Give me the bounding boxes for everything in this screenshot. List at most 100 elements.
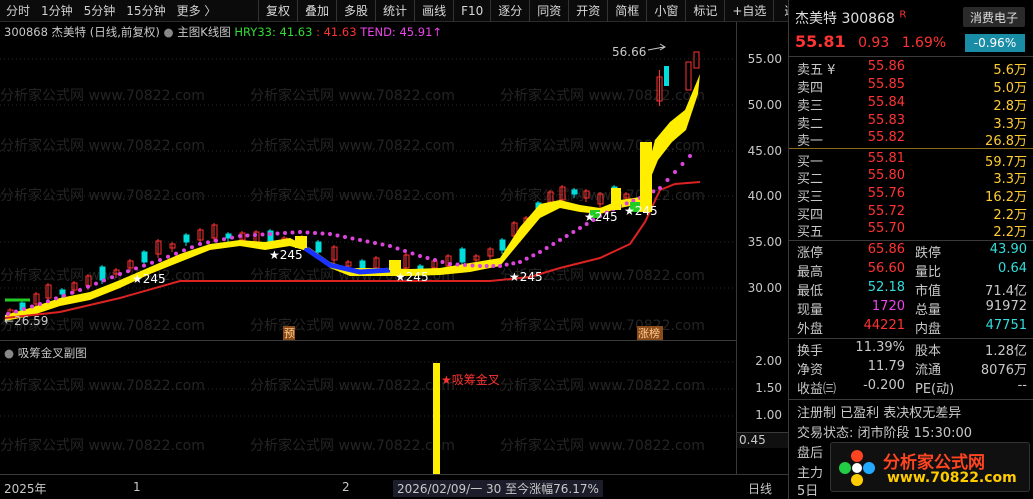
yu-label: 预: [284, 327, 295, 340]
f10-button[interactable]: F10: [453, 0, 490, 22]
overlay-button[interactable]: 叠加: [297, 0, 336, 22]
dot-point: [190, 245, 194, 250]
period-tab-1min[interactable]: 1分钟: [41, 2, 73, 19]
zhangbang-label: 涨榜: [638, 326, 660, 340]
order-volume: 16.2万: [985, 190, 1027, 205]
dot-point: [305, 230, 310, 235]
draw-line-button[interactable]: 画线: [414, 0, 453, 22]
signal-star-label: ★245: [269, 248, 303, 262]
dot-point: [134, 266, 138, 271]
time-axis: 2025年 1 2 2026/02/09/一 30 至今涨幅76.17% 日线: [0, 474, 788, 499]
dot-point: [150, 260, 154, 265]
stock-name: 杰美特: [795, 11, 837, 27]
per-minute-button[interactable]: 逐分: [490, 0, 529, 22]
same-capital-button[interactable]: 同资: [529, 0, 568, 22]
dot-point: [470, 263, 475, 268]
dot-point: [110, 275, 114, 280]
stock-code: 300868: [841, 11, 895, 27]
dot-point: [403, 249, 407, 253]
stat-value: 1720: [871, 299, 905, 314]
price-change-pct: 1.69%: [901, 35, 947, 51]
candle-body: [141, 251, 148, 263]
dot-point: [78, 288, 82, 292]
period-tab-15min[interactable]: 15分钟: [126, 2, 165, 19]
fuquan-button[interactable]: 复权: [258, 0, 297, 22]
dot-point: [238, 234, 242, 238]
order-row-buy: 买四 55.72 2.2万: [789, 204, 1029, 223]
order-volume: 26.8万: [985, 134, 1027, 149]
stat-label: 外盘: [797, 322, 824, 337]
signal-star-label: ★245: [624, 204, 658, 218]
dot-point: [206, 240, 210, 245]
logo-flower-icon: [839, 450, 875, 486]
statistics-button[interactable]: 统计: [375, 0, 414, 22]
order-row-buy: 买三 55.76 16.2万: [789, 186, 1029, 205]
dot-point: [298, 230, 302, 234]
dot-point: [86, 284, 90, 289]
five-day-label: 5日: [797, 484, 819, 499]
candle-body: [183, 234, 190, 243]
order-price: 55.70: [867, 221, 905, 236]
order-row-buy: 买五 55.70 2.2万: [789, 221, 1029, 240]
multi-stock-button[interactable]: 多股: [336, 0, 375, 22]
dot-point: [222, 237, 226, 242]
dot-point: [463, 263, 467, 267]
panel-divider: [789, 56, 1033, 57]
dot-point: [498, 264, 502, 268]
dot-point: [511, 261, 516, 266]
small-window-button[interactable]: 小窗: [646, 0, 685, 22]
dot-point: [358, 238, 362, 242]
kline-chart[interactable]: 56.66 ★245 ★245 ★245 ★245 ★245 ★245 ←26.…: [0, 22, 736, 340]
signal-label: ★吸筹金叉: [441, 372, 500, 387]
candle-body: [359, 260, 366, 269]
period-tab-more[interactable]: 更多 〉: [177, 2, 217, 19]
stat-label: 净资: [797, 363, 824, 378]
sub-tick: 1.50: [755, 381, 782, 395]
toolbar-buttons: 复权 叠加 多股 统计 画线 F10 逐分 同资 开资 简框 小窗 标记 +自选…: [258, 0, 818, 22]
stat-label: 流通: [915, 363, 942, 378]
candle-body: [59, 289, 66, 295]
order-volume: 5.6万: [993, 63, 1027, 78]
dot-point: [320, 231, 325, 236]
signal-star-label: ★245: [395, 270, 429, 284]
dot-point: [198, 242, 202, 246]
stat-row: 换手 11.39% 股本 1.28亿: [789, 340, 1029, 359]
stat-value: 52.18: [867, 280, 905, 295]
dot-point: [433, 258, 437, 262]
range-readout: 2026/02/09/一 30 至今涨幅76.17%: [393, 480, 603, 497]
dot-point: [22, 307, 26, 311]
order-price: 55.81: [867, 151, 905, 166]
stat-row: 最低 52.18 市值 71.4亿: [789, 280, 1029, 299]
year-label: 2025年: [4, 482, 47, 496]
dot-point: [253, 233, 257, 237]
open-capital-button[interactable]: 开资: [568, 0, 607, 22]
order-volume: 3.3万: [993, 172, 1027, 187]
dot-point: [46, 299, 50, 304]
dot-point: [531, 253, 536, 258]
high-label: 56.66: [612, 45, 646, 59]
candles: [7, 185, 630, 318]
price-line: 55.81 0.93 1.69%: [795, 32, 946, 51]
order-volume: 5.0万: [993, 81, 1027, 96]
industry-change-pct: -0.96%: [965, 34, 1025, 52]
price-tick: 45.00: [747, 144, 782, 158]
order-label: 卖五 ¥: [797, 63, 836, 78]
signal-star-label: ★245: [584, 210, 618, 224]
sub-chart[interactable]: ★吸筹金叉: [0, 341, 736, 474]
dot-point: [102, 278, 106, 283]
hry-line: [4, 181, 701, 319]
add-watchlist-button[interactable]: +自选: [724, 0, 773, 22]
simple-frame-button[interactable]: 简框: [607, 0, 646, 22]
price-tick: 40.00: [747, 189, 782, 203]
order-row-buy: 买一 55.81 59.7万: [789, 151, 1029, 170]
industry-button[interactable]: 消费电子: [963, 7, 1025, 27]
stat-row: 涨停 65.86 跌停 43.90: [789, 242, 1029, 261]
stat-label: 内盘: [915, 322, 942, 337]
order-price: 55.76: [867, 186, 905, 201]
dot-point: [275, 231, 280, 236]
mark-button[interactable]: 标记: [685, 0, 724, 22]
tend-band: [5, 74, 700, 321]
period-tab-fenshi[interactable]: 分时: [6, 2, 30, 19]
period-tab-5min[interactable]: 5分钟: [84, 2, 116, 19]
stat-label: 股本: [915, 344, 942, 359]
